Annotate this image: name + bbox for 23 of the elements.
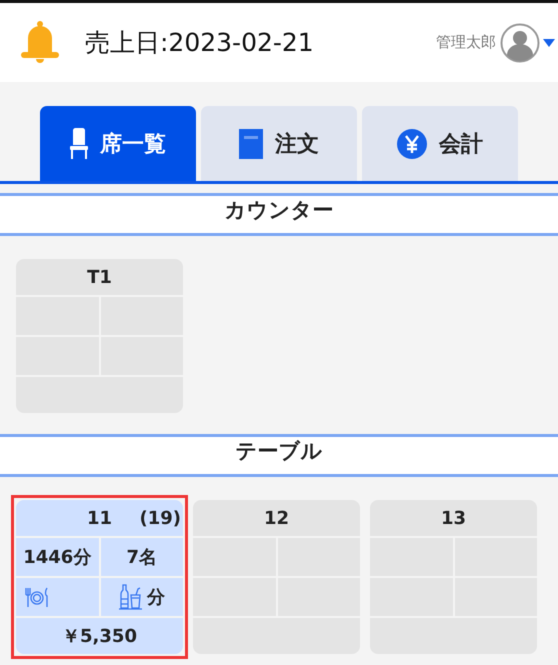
book-icon (239, 128, 263, 158)
tab[interactable]: 会計 (362, 106, 518, 181)
table-cell: 分 (100, 578, 183, 616)
caret-icon[interactable] (543, 38, 555, 48)
table-cell: 1446分 (16, 538, 98, 576)
dish-icon (24, 586, 50, 608)
table-cell: ￥5,350 (16, 618, 183, 654)
sales-date: 売上日:2023-02-21 (85, 27, 314, 59)
table-header[interactable]: 13 (370, 500, 537, 536)
table-cell: 7名 (100, 538, 183, 576)
drinks-icon (118, 584, 143, 610)
avatar-icon[interactable] (500, 22, 540, 62)
chair-icon (70, 128, 88, 160)
table-header[interactable]: 11 (19) (16, 500, 183, 536)
section-title: カウンター (0, 193, 558, 236)
bell-icon[interactable] (20, 20, 60, 66)
tab[interactable]: 注文 (201, 106, 357, 181)
table-header[interactable]: 12 (193, 500, 360, 536)
tab[interactable]: 席一覧 (40, 106, 196, 181)
section-title: テーブル (0, 434, 558, 477)
yen-icon (397, 128, 427, 158)
table-header[interactable]: T1 (16, 259, 183, 295)
user-name: 管理太郎 (436, 33, 496, 52)
